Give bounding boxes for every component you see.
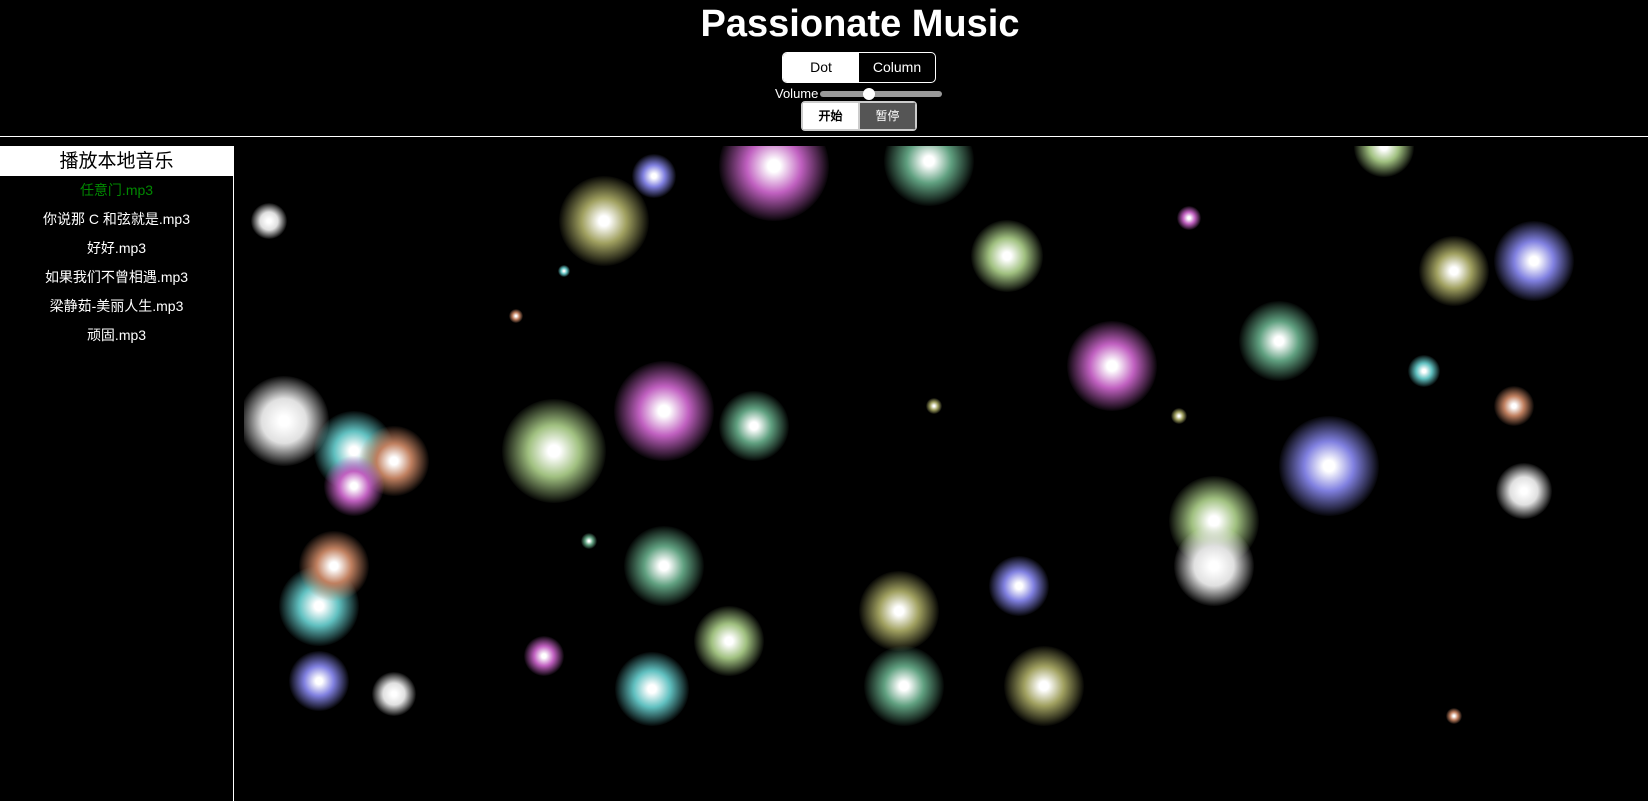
visualizer-dot <box>1494 386 1534 426</box>
header: Passionate Music Dot Column Volume 开始 暂停 <box>0 0 1648 137</box>
visualizer-dot <box>989 556 1049 616</box>
visualizer-dot <box>859 571 939 651</box>
visualizer-dot <box>1174 526 1254 606</box>
visualizer-dot <box>1496 463 1552 519</box>
visualizer-dot <box>251 203 287 239</box>
visualizer-dot <box>502 399 606 503</box>
visualizer-dot <box>1239 301 1319 381</box>
visualizer-dot <box>524 636 564 676</box>
visualizer-canvas <box>244 146 1648 801</box>
visualizer-dot <box>624 526 704 606</box>
visualizer-dot <box>719 146 829 221</box>
mode-column-button[interactable]: Column <box>859 53 935 82</box>
song-item[interactable]: 任意门.mp3 <box>0 176 233 205</box>
visualizer-dot <box>289 651 349 711</box>
visualizer-dot <box>615 652 689 726</box>
volume-slider[interactable] <box>820 87 943 100</box>
song-item[interactable]: 梁静茹-美丽人生.mp3 <box>0 292 233 321</box>
song-item[interactable]: 如果我们不曾相遇.mp3 <box>0 263 233 292</box>
start-button[interactable]: 开始 <box>802 102 859 130</box>
sidebar-title: 播放本地音乐 <box>0 146 233 176</box>
visualizer-dot <box>509 309 523 323</box>
page-title: Passionate Music <box>700 3 1020 45</box>
sidebar: 播放本地音乐 任意门.mp3 你说那 C 和弦就是.mp3 好好.mp3 如果我们不曾… <box>0 146 234 801</box>
visualizer-dot <box>559 176 649 266</box>
visualizer-dot <box>1067 321 1157 411</box>
song-list: 任意门.mp3 你说那 C 和弦就是.mp3 好好.mp3 如果我们不曾相遇.mp3 梁… <box>0 176 233 350</box>
playback-controls: 开始 暂停 <box>801 101 917 131</box>
mode-dot-button[interactable]: Dot <box>783 53 859 82</box>
visualizer-dot <box>1408 355 1440 387</box>
visualizer-dot <box>694 606 764 676</box>
mode-toggle[interactable]: Dot Column <box>782 52 936 83</box>
visualizer-dot <box>1419 236 1489 306</box>
visualizer-dot <box>558 265 570 277</box>
visualizer-dot <box>324 456 384 516</box>
volume-control: Volume <box>775 86 943 101</box>
visualizer-dot <box>614 361 714 461</box>
volume-slider-thumb[interactable] <box>863 87 876 100</box>
visualizer-dot <box>926 398 942 414</box>
visualizer-dot <box>1494 221 1574 301</box>
visualizer-dot <box>971 220 1043 292</box>
volume-label: Volume <box>775 86 819 101</box>
visualizer-dot <box>1004 646 1084 726</box>
visualizer-dot <box>372 672 416 716</box>
visualizer-dot <box>1446 708 1462 724</box>
visualizer-dot <box>632 154 676 198</box>
pause-button[interactable]: 暂停 <box>859 102 916 130</box>
song-item[interactable]: 好好.mp3 <box>0 234 233 263</box>
visualizer-dot <box>1354 146 1414 177</box>
visualizer-dot <box>1171 408 1187 424</box>
visualizer-dot <box>1177 206 1201 230</box>
visualizer-dot <box>884 146 974 206</box>
song-item[interactable]: 顽固.mp3 <box>0 321 233 350</box>
visualizer-dot <box>1279 416 1379 516</box>
visualizer-dot <box>581 533 597 549</box>
song-item[interactable]: 你说那 C 和弦就是.mp3 <box>0 205 233 234</box>
visualizer-dot <box>299 531 369 601</box>
visualizer-dot <box>719 391 789 461</box>
visualizer-dot <box>864 646 944 726</box>
